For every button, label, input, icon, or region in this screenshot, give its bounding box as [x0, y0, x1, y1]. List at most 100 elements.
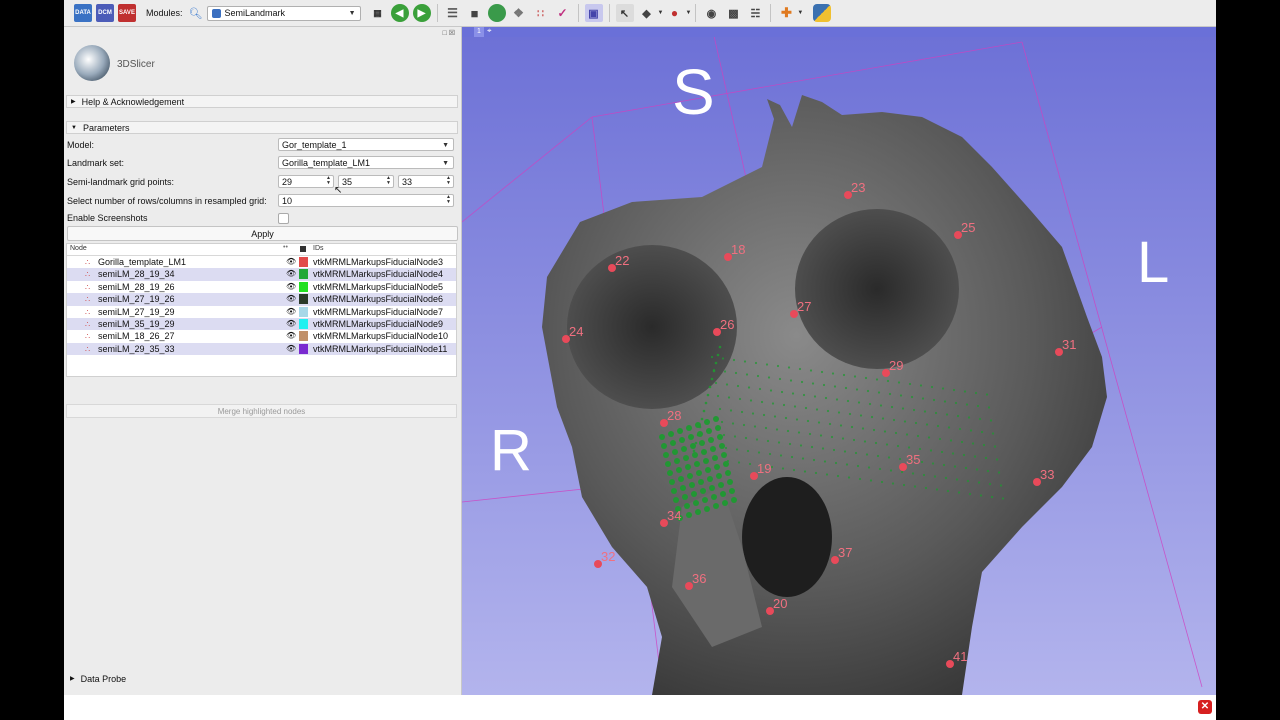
markups-node-icon: ∴: [85, 295, 91, 305]
eye-visibility-icon[interactable]: 👁︎: [286, 318, 296, 330]
node-column-header[interactable]: Node: [70, 245, 87, 252]
color-swatch[interactable]: [299, 343, 308, 354]
pin-fiducial-icon[interactable]: ●: [665, 4, 683, 22]
chevron-down-icon[interactable]: ▼: [685, 10, 691, 16]
transforms-module-icon[interactable]: ❖: [510, 4, 528, 22]
view-controller-bar[interactable]: 1 ⌖: [462, 27, 1216, 37]
data-module-icon[interactable]: ☰: [444, 4, 462, 22]
3d-view[interactable]: 23 25 18 22 27 26 24 29 31 28 35 19 33 34 37 32 36 20 41 S…: [462, 27, 1216, 695]
load-dicom-button[interactable]: DCM: [96, 4, 114, 22]
color-column-icon[interactable]: [300, 246, 306, 252]
semi-landmark-point: [762, 413, 766, 417]
back-arrow-icon[interactable]: ◀: [390, 4, 409, 22]
eye-visibility-icon[interactable]: 👁︎: [286, 281, 296, 293]
volumes-module-icon[interactable]: ■: [466, 4, 484, 22]
grid-z-spinbox[interactable]: 33 ▲ ▼: [398, 175, 454, 188]
color-swatch[interactable]: [299, 281, 308, 292]
semi-landmark-point: [847, 476, 851, 479]
python-console-icon[interactable]: [813, 4, 832, 22]
models-module-icon[interactable]: [487, 4, 506, 22]
parameters-section-header[interactable]: ▼ Parameters: [66, 121, 458, 134]
error-log-icon[interactable]: ✕: [1198, 700, 1212, 714]
semi-landmark-point: [841, 437, 845, 440]
forward-arrow-icon[interactable]: ▶: [412, 4, 431, 22]
tree-row[interactable]: ∴ semiLM_27_19_29 👁︎ vtkMRMLMarkupsFiducial…: [67, 306, 456, 318]
color-swatch[interactable]: [299, 306, 308, 317]
crosshair-icon[interactable]: ✚: [777, 4, 795, 22]
tree-row[interactable]: ∴ semiLM_28_19_34 👁︎ vtkMRMLMarkupsFiducial…: [67, 268, 456, 281]
data-label: DATA: [75, 10, 91, 16]
semi-landmark-point: [696, 470, 702, 476]
load-data-button[interactable]: DATA: [74, 4, 92, 22]
place-markup-icon[interactable]: ◆: [638, 4, 656, 22]
help-section-header[interactable]: ▶ Help & Acknowledgement: [66, 95, 458, 108]
semi-landmark-point: [966, 479, 970, 483]
color-swatch[interactable]: [299, 294, 308, 305]
module-history-icon[interactable]: ▦: [369, 4, 387, 22]
eye-visibility-icon[interactable]: 👁︎: [286, 268, 296, 280]
dock-window-icons[interactable]: □☒: [442, 29, 457, 37]
apply-button[interactable]: Apply: [67, 226, 458, 241]
merge-highlighted-nodes-button[interactable]: Merge highlighted nodes: [66, 404, 457, 418]
markups-module-icon[interactable]: ∷: [532, 4, 550, 22]
semi-landmark-point: [704, 419, 710, 425]
grid-x-spinbox[interactable]: 29 ▲ ▼: [278, 175, 334, 188]
crosshair-grid-icon[interactable]: ▣: [584, 4, 603, 22]
search-icon[interactable]: 🔍︎: [189, 7, 203, 20]
rows-columns-spinbox[interactable]: 10 ▲ ▼: [278, 194, 454, 207]
extension-icon[interactable]: ☵: [746, 4, 764, 22]
screenshot-icon[interactable]: ◉: [702, 4, 720, 22]
chevron-down-icon[interactable]: ▼: [797, 10, 803, 16]
semi-landmark-point: [721, 357, 725, 360]
color-swatch[interactable]: [299, 319, 308, 329]
tree-row[interactable]: ∴ semiLM_28_19_26 👁︎ vtkMRMLMarkupsFiducial…: [67, 281, 456, 293]
semi-landmark-point: [921, 397, 925, 400]
model-selector[interactable]: Gor_template_1 ▼: [278, 138, 454, 151]
enable-screenshots-checkbox[interactable]: [278, 213, 289, 224]
eye-visibility-icon[interactable]: 👁︎: [286, 343, 296, 355]
spin-arrows-icon[interactable]: ▲ ▼: [384, 176, 393, 187]
semi-landmark-point: [868, 402, 872, 406]
module-icon: [211, 8, 221, 18]
cursor-icon[interactable]: ↖: [615, 4, 634, 22]
semi-landmark-point: [719, 443, 725, 449]
tree-row[interactable]: ∴ semiLM_27_19_26 👁︎ vtkMRMLMarkupsFiducial…: [67, 293, 456, 306]
node-name: semiLM_27_19_29: [98, 306, 175, 317]
semi-landmark-point: [726, 459, 730, 463]
spin-arrows-icon[interactable]: ▲ ▼: [444, 195, 453, 206]
semi-landmark-point: [825, 473, 829, 476]
layout-number[interactable]: 1: [474, 27, 484, 37]
ids-column-header[interactable]: IDs: [313, 245, 324, 252]
spin-arrows-icon[interactable]: ▲ ▼: [444, 176, 453, 187]
eye-visibility-icon[interactable]: 👁︎: [286, 293, 296, 305]
tree-row[interactable]: ∴ semiLM_18_26_27 👁︎ vtkMRMLMarkupsFiducial…: [67, 330, 456, 342]
chevron-down-icon[interactable]: ▼: [658, 10, 664, 16]
tree-row[interactable]: ∴ Gorilla_template_LM1 👁︎ vtkMRMLMarkupsFid…: [67, 256, 456, 268]
scene-view-icon[interactable]: ▩: [724, 4, 742, 22]
tree-header: Node •• IDs: [67, 244, 456, 256]
semi-landmark-point: [709, 485, 715, 491]
3d-render-canvas[interactable]: 23 25 18 22 27 26 24 29 31 28 35 19 33 34 37 32 36 20 41 S…: [462, 27, 1216, 695]
grid-y-spinbox[interactable]: 35 ▲ ▼: [338, 175, 394, 188]
color-swatch[interactable]: [299, 269, 308, 280]
pin-icon[interactable]: ⌖: [487, 27, 492, 36]
landmark-set-selector[interactable]: Gorilla_template_LM1 ▼: [278, 156, 454, 169]
semi-landmark-point: [734, 371, 738, 375]
save-button[interactable]: SAVE: [118, 4, 136, 22]
eye-visibility-icon[interactable]: 👁︎: [286, 306, 296, 318]
eye-visibility-icon[interactable]: 👁︎: [286, 256, 296, 268]
segment-editor-icon[interactable]: ✓: [554, 4, 572, 22]
color-swatch[interactable]: [299, 331, 308, 342]
orientation-l: L: [1137, 230, 1169, 295]
visibility-column-icon[interactable]: ••: [283, 244, 288, 251]
semi-landmark-point: [905, 433, 909, 436]
data-probe-section-header[interactable]: ▶ Data Probe: [66, 672, 458, 685]
tree-row[interactable]: ∴ semiLM_29_35_33 👁︎ vtkMRMLMarkupsFiducial…: [67, 342, 456, 356]
tree-row[interactable]: ∴ semiLM_35_19_29 👁︎ vtkMRMLMarkupsFiducial…: [67, 318, 456, 331]
eye-visibility-icon[interactable]: 👁︎: [286, 330, 296, 342]
color-swatch[interactable]: [299, 257, 308, 267]
semi-landmark-point: [702, 497, 708, 503]
module-selector[interactable]: SemiLandmark ▼: [206, 5, 361, 21]
landmark-label: 25: [961, 220, 975, 235]
spin-arrows-icon[interactable]: ▲ ▼: [324, 176, 333, 187]
